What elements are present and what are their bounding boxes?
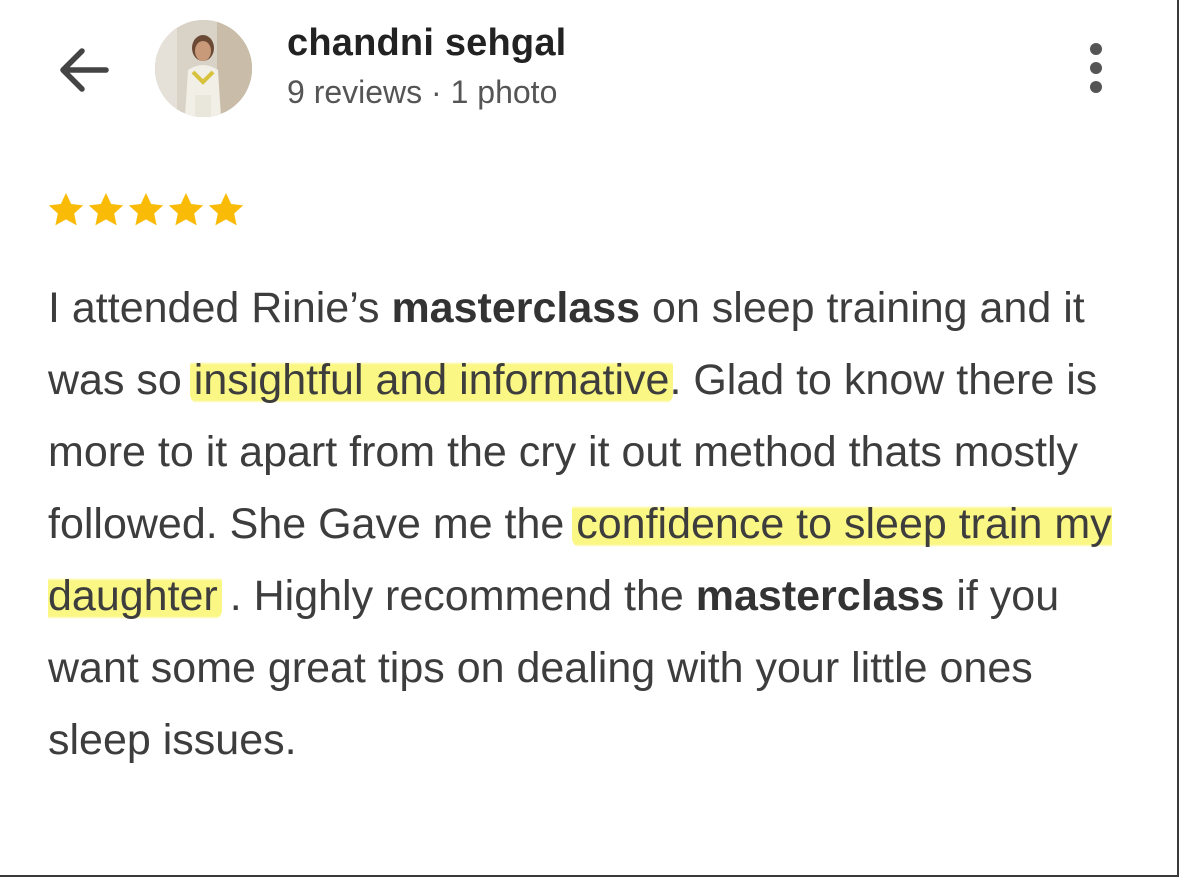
reviewer-name[interactable]: chandni sehgal [287,22,566,65]
arrow-back-icon [60,48,109,92]
more-options-button[interactable] [1076,38,1116,98]
review-text: I attended Rinie’s masterclass on sleep … [48,272,1138,776]
review-text-part: I attended Rinie’s [48,284,392,332]
highlighted-text: insightful and informative [189,356,674,404]
review-text-part: . Highly recommend the [217,572,696,620]
review-bold-masterclass: masterclass [695,572,945,620]
star-icon [168,193,204,226]
avatar[interactable] [155,20,252,117]
star-icon [208,193,244,226]
person-photo-icon [155,20,252,117]
more-vert-icon-dot [1090,43,1102,55]
back-button[interactable] [52,40,116,100]
review-bold-masterclass: masterclass [391,284,641,332]
star-icon [88,193,124,226]
more-vert-icon-dot [1090,81,1102,93]
reviewer-stats: 9 reviews · 1 photo [287,74,558,110]
more-vert-icon-dot [1090,62,1102,74]
star-rating [46,190,246,230]
star-icon [48,193,84,226]
star-icon [128,193,164,226]
